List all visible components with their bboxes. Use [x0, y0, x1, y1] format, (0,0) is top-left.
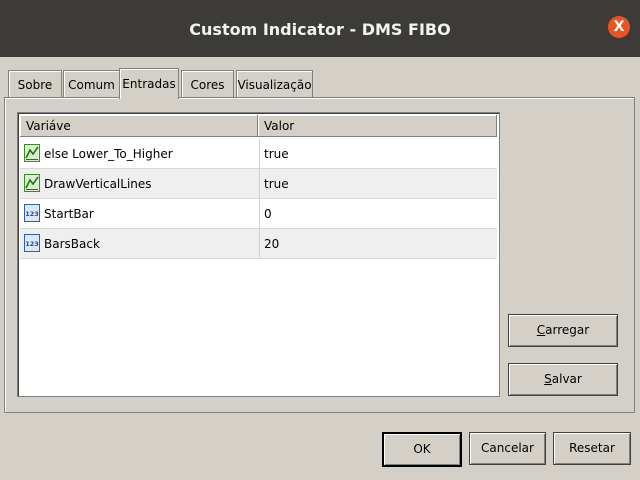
table-row[interactable]: else Lower_To_Higher true	[20, 139, 497, 169]
numeric-123-icon: 123	[24, 204, 40, 222]
variable-value[interactable]: true	[259, 169, 494, 198]
variable-value[interactable]: 20	[259, 229, 494, 258]
variable-name: DrawVerticalLines	[44, 177, 152, 191]
table-row[interactable]: DrawVerticalLines true	[20, 169, 497, 199]
variable-name: BarsBack	[44, 237, 100, 251]
table-row[interactable]: 123 StartBar 0	[20, 199, 497, 229]
tab-entradas[interactable]: Entradas	[119, 68, 179, 99]
numeric-123-icon: 123	[24, 234, 40, 252]
save-button[interactable]: Salvar	[508, 363, 618, 396]
svg-text:123: 123	[25, 210, 39, 218]
ok-button[interactable]: OK	[382, 432, 462, 467]
load-button-label: arregar	[545, 323, 590, 337]
trend-line-icon	[24, 144, 40, 162]
tab-comum[interactable]: Comum	[63, 70, 120, 97]
svg-text:123: 123	[25, 240, 39, 248]
variable-name: else Lower_To_Higher	[44, 147, 173, 161]
save-button-mnemonic: S	[544, 372, 552, 386]
close-button[interactable]: X	[608, 16, 630, 38]
variable-value[interactable]: true	[259, 139, 494, 168]
load-button-mnemonic: C	[536, 323, 546, 337]
cancel-button[interactable]: Cancelar	[469, 432, 546, 465]
tab-sobre[interactable]: Sobre	[8, 70, 62, 97]
tab-visualizacao[interactable]: Visualização	[236, 70, 313, 97]
inputs-table: Variáve Valor else Lower_To_Higher true …	[17, 112, 500, 397]
table-row[interactable]: 123 BarsBack 20	[20, 229, 497, 259]
trend-line-icon	[24, 174, 40, 192]
title-bar: Custom Indicator - DMS FIBO X	[0, 0, 640, 57]
window-title: Custom Indicator - DMS FIBO	[189, 20, 451, 39]
column-header-variable[interactable]: Variáve	[20, 115, 258, 137]
reset-button[interactable]: Resetar	[553, 432, 631, 465]
tab-cores[interactable]: Cores	[181, 70, 234, 97]
column-header-value[interactable]: Valor	[258, 115, 497, 137]
variable-name: StartBar	[44, 207, 94, 221]
load-button[interactable]: Carregar	[508, 314, 618, 347]
variable-value[interactable]: 0	[259, 199, 494, 228]
save-button-label: alvar	[551, 372, 582, 386]
